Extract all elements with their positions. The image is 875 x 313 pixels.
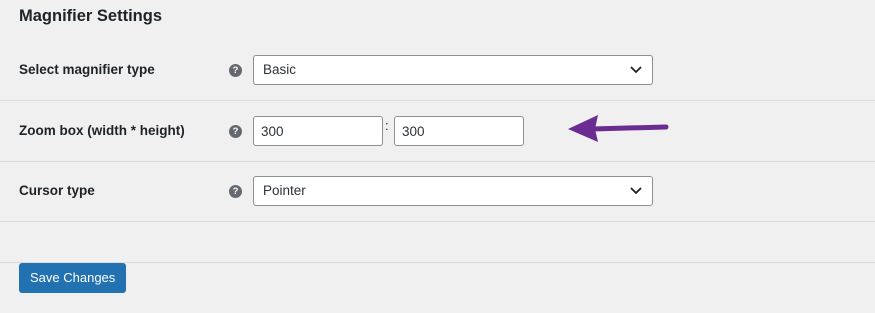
zoom-width-input[interactable] (253, 116, 383, 146)
form-divider (0, 262, 875, 263)
magnifier-type-value: Basic (263, 62, 297, 77)
help-icon[interactable]: ? (229, 125, 242, 138)
arrow-left-icon (568, 115, 669, 142)
section-title: Magnifier Settings (19, 7, 163, 25)
setting-row-magnifier-type: Select magnifier type ? Basic (0, 40, 875, 101)
magnifier-type-select[interactable]: Basic (253, 55, 653, 85)
save-changes-button[interactable]: Save Changes (19, 263, 127, 293)
chevron-down-icon (630, 66, 642, 73)
zoom-box-label: Zoom box (width * height) (19, 123, 185, 138)
zoom-height-input[interactable] (394, 116, 524, 146)
cursor-type-label: Cursor type (19, 183, 95, 198)
setting-row-cursor-type: Cursor type ? Pointer (0, 161, 875, 222)
help-icon[interactable]: ? (229, 64, 242, 77)
dimension-separator: : (385, 118, 389, 133)
cursor-type-value: Pointer (263, 183, 306, 198)
chevron-down-icon (630, 187, 642, 194)
cursor-type-select[interactable]: Pointer (253, 176, 653, 206)
setting-row-zoom-box: Zoom box (width * height) ? : (0, 101, 875, 162)
help-icon[interactable]: ? (229, 185, 242, 198)
magnifier-type-label: Select magnifier type (19, 62, 155, 77)
